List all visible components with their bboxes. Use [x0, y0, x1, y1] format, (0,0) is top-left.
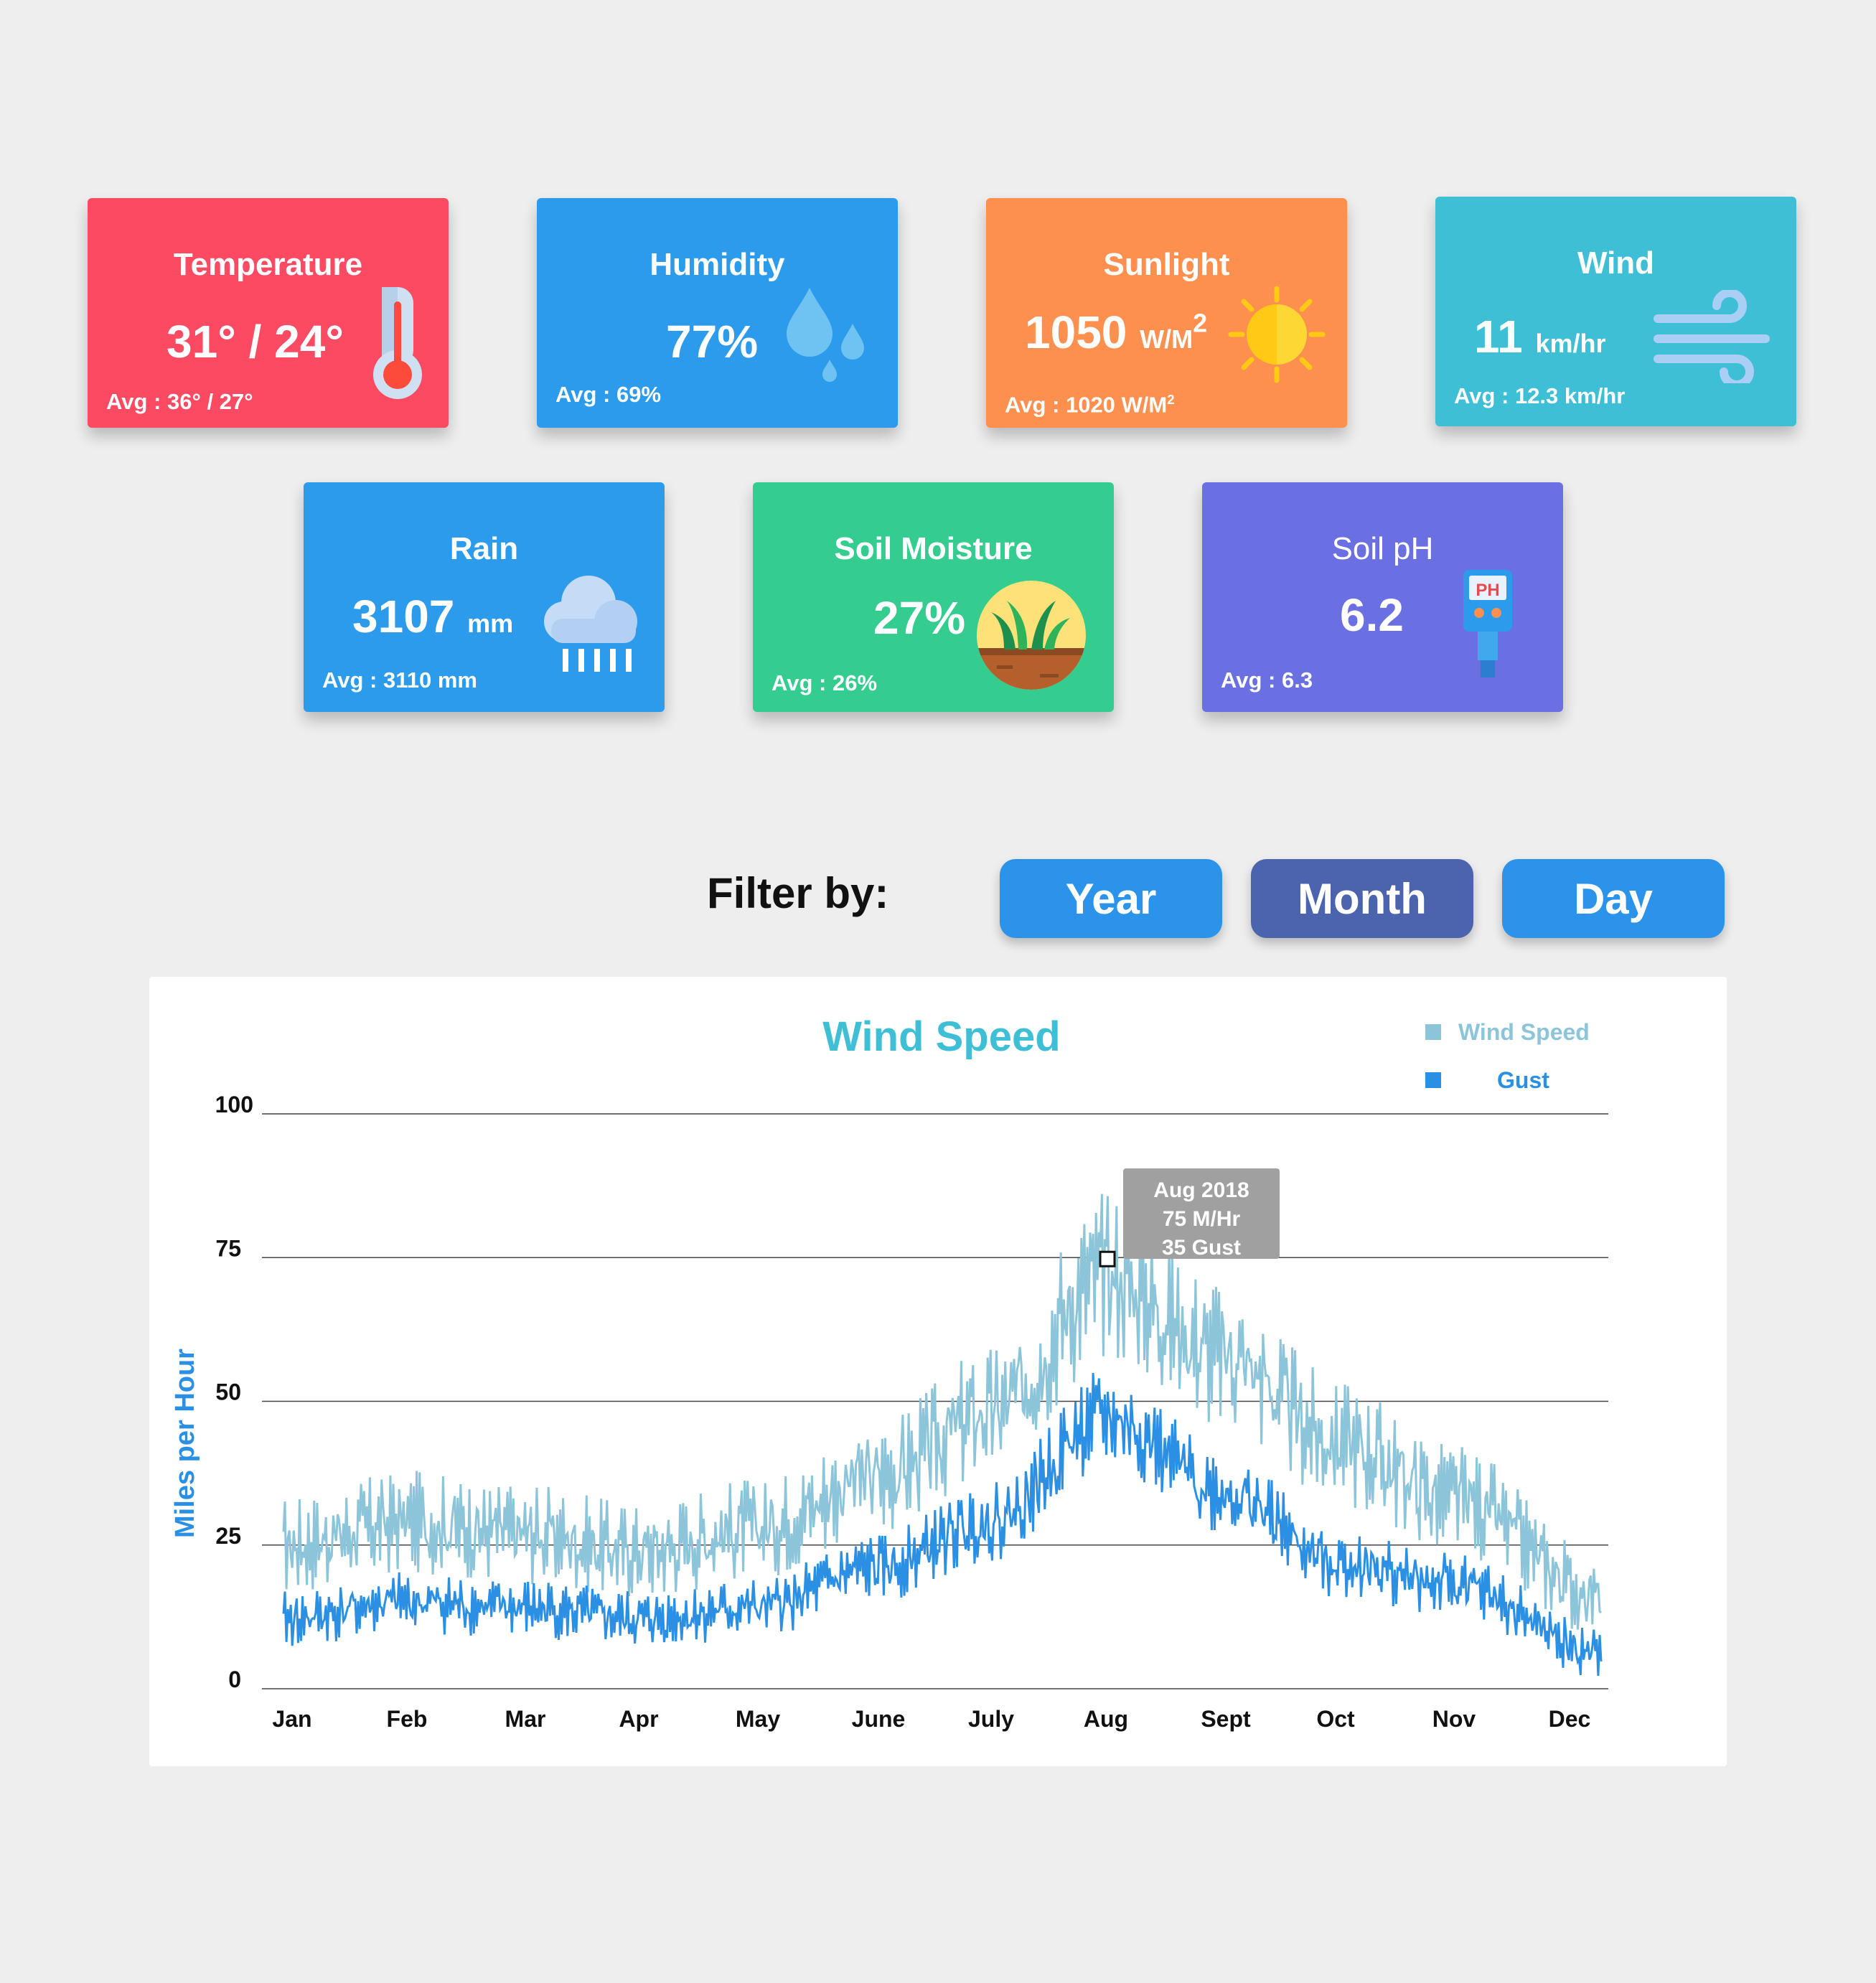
filter-label: Filter by: — [707, 869, 889, 917]
x-tick-label: Aug — [1084, 1706, 1128, 1732]
line-wind-speed — [282, 1194, 1602, 1630]
rain-cloud-icon — [544, 576, 637, 672]
sunlight-unit: W/M — [1140, 324, 1193, 354]
rain-number: 3107 — [352, 591, 455, 642]
series — [282, 1194, 1603, 1676]
chart-title: Wind Speed — [822, 1013, 1060, 1060]
legend-label-gust: Gust — [1497, 1067, 1549, 1093]
x-tick-label: Jan — [272, 1706, 311, 1732]
humidity-avg: Avg : 69% — [555, 382, 662, 407]
filter-day-button[interactable]: Day — [1502, 859, 1725, 938]
tooltip-marker[interactable] — [1099, 1250, 1116, 1267]
sunlight-unit-sup: 2 — [1193, 308, 1208, 338]
x-axis-labels: Jan Feb Mar Apr May June July Aug Sept Oct Nov Dec — [272, 1706, 1590, 1732]
humidity-card[interactable]: Humidity 77% Avg : 69% — [537, 198, 898, 428]
wind-card[interactable]: Wind 11 km/hr Avg : 12.3 km/hr — [1435, 197, 1796, 426]
x-tick-label: Mar — [505, 1706, 546, 1732]
y-tick-label: 75 — [215, 1235, 241, 1261]
rain-title: Rain — [449, 531, 519, 566]
x-tick-label: Apr — [619, 1706, 658, 1732]
soil-ph-value: 6.2 — [1340, 589, 1404, 641]
wind-unit: km/hr — [1535, 329, 1606, 358]
x-tick-label: Dec — [1549, 1706, 1591, 1732]
tooltip-line: 35 Gust — [1162, 1236, 1241, 1260]
sunlight-number: 1050 — [1025, 306, 1127, 358]
x-tick-label: May — [736, 1706, 780, 1732]
x-tick-label: Sept — [1201, 1706, 1251, 1732]
humidity-title: Humidity — [649, 247, 785, 282]
sunlight-value: 1050 W/M2 — [1025, 306, 1207, 359]
y-tick-label: 100 — [215, 1092, 253, 1117]
filter-month-button[interactable]: Month — [1251, 859, 1473, 938]
rain-avg: Avg : 3110 mm — [322, 667, 477, 693]
rain-value: 3107 mm — [352, 590, 513, 643]
wind-icon — [1654, 290, 1770, 383]
soil-moisture-card[interactable]: Soil Moisture 27% Avg : 26% — [753, 482, 1114, 712]
water-drops-icon — [787, 288, 864, 382]
sunlight-title: Sunlight — [1103, 247, 1230, 282]
sunlight-avg-sup: 2 — [1167, 391, 1175, 407]
y-tick-label: 0 — [228, 1666, 241, 1692]
x-tick-label: Nov — [1432, 1706, 1476, 1732]
sunlight-card[interactable]: Sunlight 1050 W/M2 Avg : 1020 W/M2 — [986, 198, 1347, 428]
ph-icon-text: PH — [1476, 581, 1499, 600]
wind-avg: Avg : 12.3 km/hr — [1454, 383, 1626, 408]
tooltip-line: 75 M/Hr — [1163, 1207, 1241, 1231]
x-tick-label: July — [968, 1706, 1014, 1732]
temperature-value: 31° / 24° — [167, 316, 344, 367]
rain-card[interactable]: Rain 3107 mm Avg : 3110 mm — [304, 482, 665, 712]
temperature-title: Temperature — [173, 247, 363, 282]
wind-value: 11 km/hr — [1474, 310, 1605, 363]
chart-panel: Wind Speed Wind Speed Gust Miles per Hou… — [149, 977, 1727, 1766]
tooltip: Aug 2018 75 M/Hr 35 Gust — [1099, 1168, 1280, 1267]
x-tick-label: Feb — [387, 1706, 428, 1732]
temperature-card[interactable]: Temperature 31° / 24° Avg : 36° / 27° — [88, 198, 449, 428]
temperature-avg: Avg : 36° / 27° — [106, 389, 253, 414]
soil-ph-avg: Avg : 6.3 — [1221, 667, 1313, 693]
y-tick-label: 25 — [215, 1523, 241, 1549]
humidity-value: 77% — [666, 316, 759, 367]
soil-moisture-value: 27% — [873, 592, 966, 644]
x-tick-label: Oct — [1316, 1706, 1355, 1732]
soil-ph-card[interactable]: Soil pH 6.2 Avg : 6.3 PH — [1202, 482, 1563, 712]
y-tick-label: 50 — [215, 1379, 241, 1405]
grid: 0 25 50 75 100 — [215, 1092, 1608, 1692]
x-tick-label: June — [852, 1706, 906, 1732]
sunlight-avg: Avg : 1020 W/M2 — [1005, 392, 1175, 418]
sun-icon — [1228, 286, 1326, 383]
legend-swatch-gust — [1425, 1072, 1441, 1088]
sunlight-avg-text: Avg : 1020 W/M — [1005, 392, 1168, 417]
wind-speed-chart: Wind Speed Wind Speed Gust Miles per Hou… — [170, 1013, 1608, 1732]
line-gust — [282, 1372, 1603, 1676]
y-axis-label: Miles per Hour — [170, 1349, 200, 1538]
wind-title: Wind — [1577, 245, 1655, 281]
thermometer-icon — [373, 287, 422, 399]
soil-moisture-avg: Avg : 26% — [771, 670, 878, 695]
ph-meter-icon: PH — [1463, 570, 1512, 678]
soil-moisture-title: Soil Moisture — [834, 531, 1033, 566]
rain-unit: mm — [467, 609, 514, 638]
filter-year-button[interactable]: Year — [1000, 859, 1222, 938]
soil-ph-title: Soil pH — [1331, 531, 1434, 566]
legend-swatch-wind-speed — [1425, 1024, 1441, 1040]
wind-number: 11 — [1474, 311, 1523, 362]
legend: Wind Speed Gust — [1425, 1019, 1590, 1093]
legend-label-wind-speed: Wind Speed — [1458, 1019, 1590, 1045]
grass-soil-icon — [977, 581, 1086, 690]
tooltip-line: Aug 2018 — [1153, 1178, 1249, 1202]
